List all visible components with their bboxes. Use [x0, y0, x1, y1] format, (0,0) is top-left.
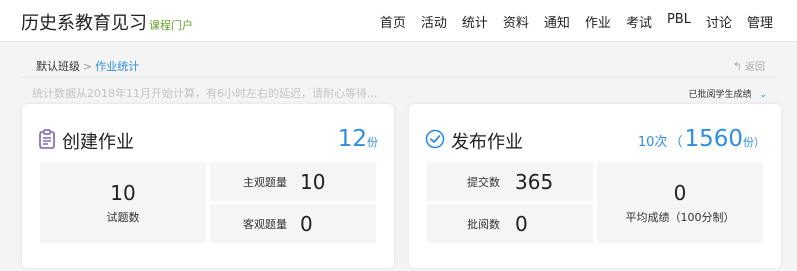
reviewed-count-value: 0	[515, 211, 528, 236]
submitted-count-value: 365	[515, 169, 554, 194]
breadcrumb-current: 作业统计	[95, 60, 140, 73]
question-count-value: 10	[110, 180, 136, 205]
nav-item-notices[interactable]: 通知	[544, 12, 570, 31]
return-arrow-icon: ↰	[732, 60, 742, 73]
average-score-cell: 0 平均成绩（100分制）	[597, 162, 763, 243]
publish-count-unit: 份）	[743, 136, 765, 149]
create-homework-header: 创建作业	[38, 128, 134, 154]
publish-paren-open: （	[669, 135, 683, 150]
question-count-label: 试题数	[106, 210, 140, 224]
nav-item-admin[interactable]: 管理	[747, 12, 773, 31]
average-score-value: 0	[673, 180, 687, 205]
reviewed-count-label: 批阅数	[467, 217, 500, 231]
stats-notice: 统计数据从2018年11月开始计算，有6小时左右的延迟，请耐心等待...	[32, 87, 378, 100]
average-score-label: 平均成绩（100分制）	[625, 210, 735, 224]
reviewed-count-cell: 批阅数 0	[427, 204, 593, 243]
objective-count-cell: 客观题量 0	[210, 204, 376, 243]
nav-item-homework[interactable]: 作业	[585, 12, 611, 31]
create-count-value: 12	[337, 126, 367, 152]
check-circle-icon	[425, 129, 445, 153]
publish-count-value: 1560	[684, 126, 743, 152]
breadcrumb-home[interactable]: 默认班级	[36, 60, 80, 73]
brand[interactable]: 历史系教育见习 课程门户	[21, 9, 193, 35]
nav-item-exams[interactable]: 考试	[626, 12, 652, 31]
question-count-cell: 10 试题数	[40, 162, 206, 243]
create-homework-title: 创建作业	[62, 132, 134, 153]
brand-subtitle: 课程门户	[149, 19, 193, 32]
main-nav: 首页 活动 统计 资料 通知 作业 考试 PBL 讨论 管理	[365, 12, 773, 31]
submitted-count-label: 提交数	[467, 175, 500, 189]
back-label: 返回	[745, 62, 765, 73]
score-filter-select[interactable]: 已批阅学生成绩 ⌄	[688, 87, 767, 100]
nav-item-stats[interactable]: 统计	[462, 12, 488, 31]
objective-count-label: 客观题量	[243, 217, 287, 231]
score-filter-label: 已批阅学生成绩	[688, 90, 752, 100]
publish-times-unit: 次	[654, 135, 668, 150]
subjective-count-label: 主观题量	[243, 175, 287, 189]
breadcrumb: 默认班级 > 作业统计	[36, 58, 139, 74]
publish-homework-count: 10次 （1560份）	[638, 126, 765, 152]
top-bar: 历史系教育见习 课程门户 首页 活动 统计 资料 通知 作业 考试 PBL 讨论 …	[0, 0, 797, 42]
nav-item-home[interactable]: 首页	[380, 12, 406, 31]
subjective-count-cell: 主观题量 10	[210, 162, 376, 201]
nav-item-pbl[interactable]: PBL	[667, 12, 691, 31]
breadcrumb-bar: 默认班级 > 作业统计 ↰ 返回	[22, 52, 775, 78]
nav-item-discussion[interactable]: 讨论	[706, 12, 732, 31]
create-homework-card: 创建作业 12份 10 试题数 主观题量 10 客观题量 0	[22, 104, 394, 268]
brand-title: 历史系教育见习	[21, 13, 147, 34]
publish-homework-header: 发布作业	[425, 128, 523, 154]
publish-times-value: 10	[637, 135, 655, 150]
submitted-count-cell: 提交数 365	[427, 162, 593, 201]
create-count-unit: 份	[367, 136, 378, 149]
nav-item-materials[interactable]: 资料	[503, 12, 529, 31]
back-button[interactable]: ↰ 返回	[733, 58, 765, 73]
publish-homework-card: 发布作业 10次 （1560份） 提交数 365 批阅数 0 0 平均成绩（100…	[409, 104, 781, 268]
clipboard-icon	[38, 129, 56, 153]
nav-item-activities[interactable]: 活动	[421, 12, 447, 31]
breadcrumb-separator: >	[83, 60, 93, 73]
publish-homework-title: 发布作业	[451, 132, 523, 153]
subjective-count-value: 10	[300, 169, 326, 194]
create-homework-count: 12份	[338, 126, 378, 152]
chevron-down-icon: ⌄	[759, 90, 767, 100]
objective-count-value: 0	[300, 211, 313, 236]
